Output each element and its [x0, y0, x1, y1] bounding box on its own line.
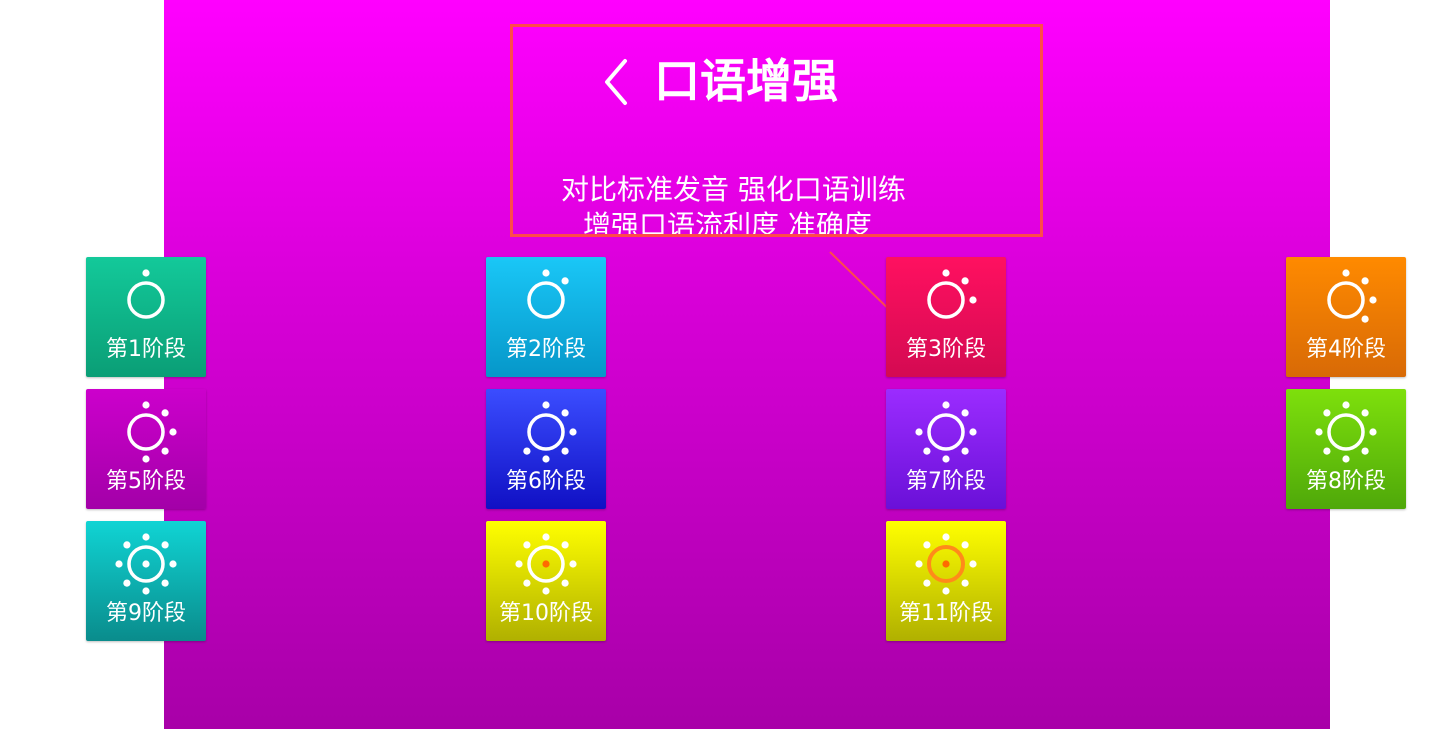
stage-tile-3[interactable]: 第3阶段 — [886, 257, 1006, 377]
stage-label: 第10阶段 — [499, 601, 593, 626]
sun-icon — [127, 401, 177, 463]
header-highlight-box: 口语增强 对比标准发音 强化口语训练 增强口语流利度 准确度 — [510, 24, 1043, 237]
stage-tile-6[interactable]: 第6阶段 — [486, 389, 606, 509]
sun-icon — [1315, 401, 1377, 463]
back-arrow-icon[interactable] — [599, 57, 635, 107]
stage-label: 第9阶段 — [106, 601, 186, 626]
stage-tile-9[interactable]: 第9阶段 — [86, 521, 206, 641]
stage-label: 第3阶段 — [906, 337, 986, 362]
sun-icon — [515, 533, 577, 595]
stage-label: 第11阶段 — [899, 601, 993, 626]
sun-icon — [527, 269, 569, 319]
page-subtitle: 对比标准发音 强化口语训练 — [561, 173, 906, 206]
stage-label: 第7阶段 — [906, 469, 986, 494]
sun-icon — [523, 401, 577, 463]
stage-label: 第5阶段 — [106, 469, 186, 494]
sun-icon — [915, 533, 977, 595]
stage-tile-8[interactable]: 第8阶段 — [1286, 389, 1406, 509]
page-subtitle-second-line: 增强口语流利度 准确度 — [583, 209, 872, 237]
stage-label: 第4阶段 — [1306, 337, 1386, 362]
sun-icon — [915, 401, 977, 463]
stage-tile-1[interactable]: 第1阶段 — [86, 257, 206, 377]
sun-icon — [927, 269, 977, 319]
sun-icon — [115, 533, 177, 595]
page-title: 口语增强 — [654, 54, 838, 108]
stage-tile-2[interactable]: 第2阶段 — [486, 257, 606, 377]
stage-label: 第8阶段 — [1306, 469, 1386, 494]
stage-tile-11[interactable]: 第11阶段 — [886, 521, 1006, 641]
stage-tile-5[interactable]: 第5阶段 — [86, 389, 206, 509]
stage-tile-10[interactable]: 第10阶段 — [486, 521, 606, 641]
stage-tile-4[interactable]: 第4阶段 — [1286, 257, 1406, 377]
stage-tile-7[interactable]: 第7阶段 — [886, 389, 1006, 509]
stage-label: 第2阶段 — [506, 337, 586, 362]
sun-icon — [127, 269, 165, 319]
stage-label: 第1阶段 — [106, 337, 186, 362]
stage-label: 第6阶段 — [506, 469, 586, 494]
sun-icon — [1327, 269, 1377, 323]
